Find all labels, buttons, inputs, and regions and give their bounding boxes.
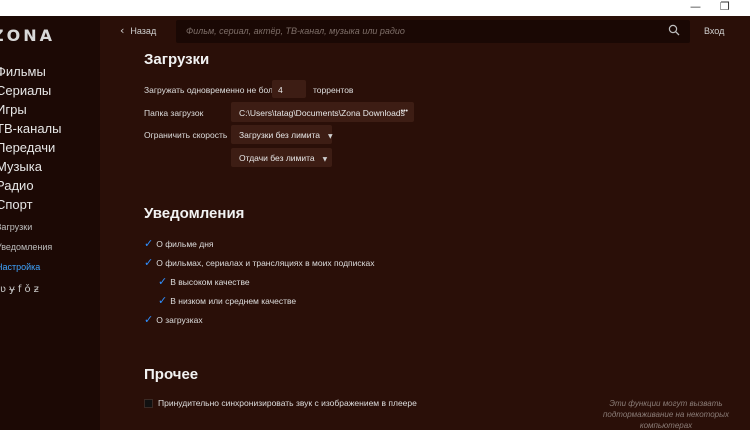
- search-placeholder: Фильм, сериал, актёр, ТВ-канал, музыка и…: [186, 26, 405, 36]
- sidebar-item-downloads[interactable]: Загрузки: [0, 222, 32, 232]
- checkbox-label: О фильмах, сериалах и трансляциях в моих…: [156, 258, 375, 268]
- sync-audio-checkbox[interactable]: [144, 399, 153, 408]
- checkmark-icon: ✓: [144, 237, 154, 250]
- other-heading: Прочее: [144, 366, 199, 383]
- simultaneous-prefix: Загружать одновременно не более: [144, 85, 283, 95]
- checkbox-label: О фильме дня: [156, 239, 214, 249]
- back-button[interactable]: ‹ Назад: [120, 24, 156, 37]
- zona-logo[interactable]: ZONA: [0, 26, 55, 45]
- notifications-heading: Уведомления: [144, 205, 245, 222]
- social-links: ʋɏfǒƶ: [0, 284, 42, 295]
- window-titlebar: — ❐: [0, 0, 750, 16]
- sync-audio-label: Принудительно синхронизировать звук с из…: [158, 398, 417, 408]
- chevron-down-icon: ▼: [327, 133, 333, 140]
- checkmark-icon: ✓: [144, 313, 154, 326]
- limit-label: Ограничить скорость: [144, 130, 228, 140]
- sidebar-item-radio[interactable]: Радио: [0, 178, 34, 193]
- sidebar-item-games[interactable]: Игры: [0, 102, 27, 117]
- checkbox-label: В высоком качестве: [170, 277, 250, 287]
- sidebar-item-tv[interactable]: ТВ-каналы: [0, 121, 61, 136]
- download-folder-path: C:\Users\tatag\Documents\Zona Downloads: [239, 108, 405, 118]
- chevron-left-icon: ‹: [120, 24, 125, 37]
- checkbox-label: О загрузках: [156, 315, 203, 325]
- checkmark-icon: ✓: [158, 275, 168, 288]
- download-limit-dropdown[interactable]: Загрузки без лимита ▼: [231, 125, 333, 144]
- sidebar-item-music[interactable]: Музыка: [0, 159, 42, 174]
- upload-limit-value: Отдачи без лимита: [239, 153, 315, 163]
- restore-icon[interactable]: ❐: [720, 1, 730, 13]
- downloads-heading: Загрузки: [144, 51, 210, 68]
- notify-downloads-checkbox[interactable]: ✓ О загрузках: [144, 313, 203, 326]
- checkmark-icon: ✓: [144, 256, 154, 269]
- vk-icon[interactable]: ʋ: [0, 284, 9, 295]
- download-folder-field[interactable]: C:\Users\tatag\Documents\Zona Downloads …: [231, 102, 414, 122]
- minimize-icon[interactable]: —: [690, 1, 701, 13]
- search-input[interactable]: Фильм, сериал, актёр, ТВ-канал, музыка и…: [176, 20, 690, 43]
- checkmark-icon: ✓: [158, 294, 168, 307]
- sidebar-item-notifications[interactable]: Уведомления: [0, 242, 52, 252]
- twitter-icon[interactable]: ɏ: [9, 284, 18, 295]
- sidebar-item-shows[interactable]: Передачи: [0, 140, 55, 155]
- sidebar-item-series[interactable]: Сериалы: [0, 83, 51, 98]
- notify-subscriptions-checkbox[interactable]: ✓ О фильмах, сериалах и трансляциях в мои…: [144, 256, 375, 269]
- notify-low-quality-checkbox[interactable]: ✓ В низком или среднем качестве: [158, 294, 296, 307]
- odnoklassniki-icon[interactable]: ǒ: [24, 284, 33, 295]
- settings-content: Загрузки Загружать одновременно не более…: [100, 48, 750, 430]
- upload-limit-dropdown[interactable]: Отдачи без лимита ▼: [231, 148, 332, 167]
- checkbox-label: В низком или среднем качестве: [170, 296, 297, 306]
- simultaneous-downloads-field[interactable]: 4: [272, 80, 306, 98]
- zona-icon[interactable]: ƶ: [34, 284, 42, 295]
- sidebar-item-settings[interactable]: Настройка: [0, 262, 40, 272]
- sidebar: ZONA Фильмы Сериалы Игры ТВ-каналы Перед…: [0, 16, 100, 430]
- login-button[interactable]: Вход: [704, 26, 724, 36]
- more-icon[interactable]: •••: [401, 108, 408, 115]
- download-limit-value: Загрузки без лимита: [239, 130, 320, 140]
- notify-high-quality-checkbox[interactable]: ✓ В высоком качестве: [158, 275, 250, 288]
- notify-movie-of-day-checkbox[interactable]: ✓ О фильме дня: [144, 237, 214, 250]
- performance-note: Эти функции могут вызвать подтормаживани…: [602, 399, 730, 430]
- sidebar-item-sport[interactable]: Спорт: [0, 197, 33, 212]
- sidebar-item-movies[interactable]: Фильмы: [0, 64, 46, 79]
- chevron-down-icon: ▼: [322, 156, 328, 163]
- back-label: Назад: [130, 26, 157, 36]
- search-icon[interactable]: [668, 24, 680, 36]
- simultaneous-suffix: торрентов: [313, 85, 354, 95]
- folder-label: Папка загрузок: [144, 108, 204, 118]
- topbar: ‹ Назад Фильм, сериал, актёр, ТВ-канал, м…: [100, 16, 750, 48]
